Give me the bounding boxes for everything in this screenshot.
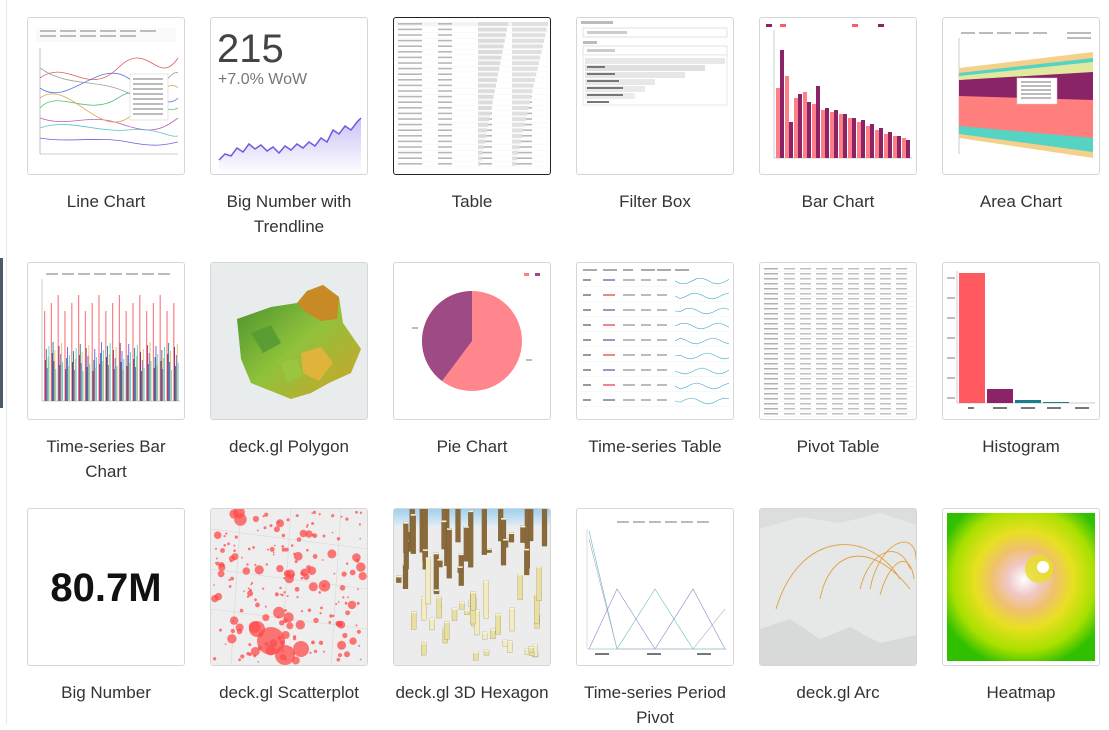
trendline-number: 215	[217, 27, 284, 71]
viz-card-deckgl-polygon[interactable]: deck.gl Polygon	[210, 262, 368, 459]
viz-card-label: Time-series Table	[575, 434, 735, 459]
viz-card-histogram[interactable]: Histogram	[942, 262, 1100, 459]
viz-card-label: Pie Chart	[392, 434, 552, 459]
viz-card-deckgl-arc[interactable]: deck.gl Arc	[759, 508, 917, 705]
line-chart-thumbnail[interactable]	[27, 17, 185, 175]
time-series-table-thumbnail[interactable]	[576, 262, 734, 420]
viz-card-label: deck.gl 3D Hexagon	[392, 680, 552, 705]
viz-card-time-series-bar-chart[interactable]: Time-series Bar Chart	[27, 262, 185, 484]
viz-card-heatmap[interactable]: Heatmap	[942, 508, 1100, 705]
heatmap-thumbnail[interactable]	[942, 508, 1100, 666]
viz-card-pivot-table[interactable]: Pivot Table	[759, 262, 917, 459]
viz-card-label: deck.gl Scatterplot	[209, 680, 369, 705]
viz-card-label: Heatmap	[941, 680, 1101, 705]
bar-chart-thumbnail[interactable]	[759, 17, 917, 175]
big-number-thumbnail[interactable]: 80.7M	[27, 508, 185, 666]
deckgl-3d-hexagon-thumbnail[interactable]	[393, 508, 551, 666]
viz-card-big-number-trendline[interactable]: 215 +7.0% WoW Big Number with Trendline	[210, 17, 368, 239]
viz-card-area-chart[interactable]: Area Chart	[942, 17, 1100, 214]
viz-card-label: deck.gl Polygon	[209, 434, 369, 459]
deckgl-scatterplot-thumbnail[interactable]	[210, 508, 368, 666]
time-series-period-pivot-thumbnail[interactable]	[576, 508, 734, 666]
deckgl-arc-thumbnail[interactable]	[759, 508, 917, 666]
viz-card-time-series-table[interactable]: Time-series Table	[576, 262, 734, 459]
viz-card-label: Histogram	[941, 434, 1101, 459]
pivot-table-thumbnail[interactable]	[759, 262, 917, 420]
viz-card-label: Time-series Period Pivot	[575, 680, 735, 730]
big-number-value: 80.7M	[50, 566, 161, 610]
viz-card-label: deck.gl Arc	[758, 680, 918, 705]
viz-card-label: Table	[392, 189, 552, 214]
area-chart-thumbnail[interactable]	[942, 17, 1100, 175]
viz-card-filter-box[interactable]: Filter Box	[576, 17, 734, 214]
viz-card-label: Area Chart	[941, 189, 1101, 214]
viz-card-label: Time-series Bar Chart	[26, 434, 186, 484]
visualization-type-gallery: Line Chart 215 +7.0% WoW Big Number with…	[0, 0, 1109, 724]
viz-card-pie-chart[interactable]: Pie Chart	[393, 262, 551, 459]
time-series-bar-chart-thumbnail[interactable]	[27, 262, 185, 420]
histogram-thumbnail[interactable]	[942, 262, 1100, 420]
viz-card-label: Big Number with Trendline	[209, 189, 369, 239]
deckgl-polygon-thumbnail[interactable]	[210, 262, 368, 420]
trendline-delta: +7.0% WoW	[218, 71, 308, 88]
viz-card-time-series-period-pivot[interactable]: Time-series Period Pivot	[576, 508, 734, 730]
table-thumbnail[interactable]	[393, 17, 551, 175]
viz-card-label: Bar Chart	[758, 189, 918, 214]
viz-card-table[interactable]: Table	[393, 17, 551, 214]
viz-card-label: Pivot Table	[758, 434, 918, 459]
viz-card-label: Filter Box	[575, 189, 735, 214]
filter-box-thumbnail[interactable]	[576, 17, 734, 175]
big-number-trendline-thumbnail[interactable]: 215 +7.0% WoW	[210, 17, 368, 175]
viz-card-label: Big Number	[26, 680, 186, 705]
pie-chart-thumbnail[interactable]	[393, 262, 551, 420]
viz-card-big-number[interactable]: 80.7M Big Number	[27, 508, 185, 705]
viz-card-deckgl-3d-hexagon[interactable]: deck.gl 3D Hexagon	[393, 508, 551, 705]
viz-card-label: Line Chart	[26, 189, 186, 214]
viz-card-deckgl-scatterplot[interactable]: deck.gl Scatterplot	[210, 508, 368, 705]
viz-card-bar-chart[interactable]: Bar Chart	[759, 17, 917, 214]
viz-card-line-chart[interactable]: Line Chart	[27, 17, 185, 214]
